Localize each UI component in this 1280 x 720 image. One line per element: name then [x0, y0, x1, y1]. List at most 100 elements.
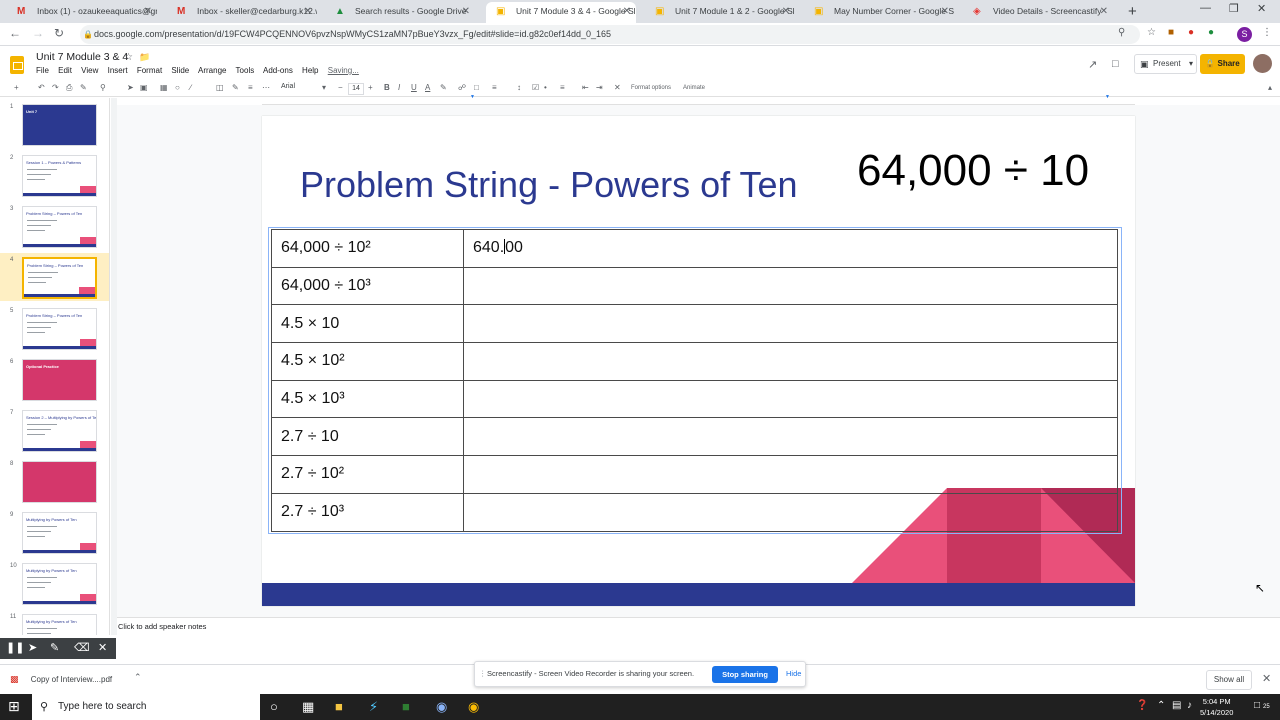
minimize-button[interactable]: — [1200, 2, 1211, 14]
taskbar-search[interactable]: ⚲ Type here to search [32, 694, 260, 720]
network-icon[interactable]: ▤ [1172, 700, 1181, 711]
answer-cell[interactable] [463, 379, 1118, 419]
slide-thumbnail-row[interactable]: 9 Multiplying by Powers of Ten [0, 508, 109, 556]
slide-thumbnail[interactable]: Session 1 – Powers & Patterns [22, 155, 97, 197]
answer-cell[interactable]: 640.00 [463, 229, 1118, 268]
print-icon[interactable]: ⎙ [66, 83, 72, 93]
answer-cell[interactable] [463, 417, 1118, 457]
problem-cell[interactable]: 64,000 ÷ 10² [271, 229, 464, 268]
menu-file[interactable]: File [36, 66, 49, 75]
slide-thumbnail-row[interactable]: 8 [0, 457, 109, 505]
slide-thumbnail-row[interactable]: 1 Unit 7 [0, 100, 109, 148]
slide-thumbnail[interactable]: Unit 7 [22, 104, 97, 146]
forward-icon[interactable]: → [32, 26, 44, 40]
italic-icon[interactable]: I [398, 83, 400, 92]
comment-icon[interactable]: □ [474, 83, 479, 92]
slide-thumbnail-row[interactable]: 2 Session 1 – Powers & Patterns [0, 151, 109, 199]
answer-cell[interactable] [463, 342, 1118, 381]
cursor-icon[interactable]: ➤ [28, 641, 37, 654]
notification-icon[interactable]: □ [1254, 700, 1260, 711]
font-size-field[interactable]: 14 [348, 83, 364, 95]
url-field[interactable]: 🔒 docs.google.com/presentation/d/19FCW4P… [80, 25, 1140, 44]
extension-icon[interactable]: ● [1188, 27, 1194, 38]
image-icon[interactable]: ▦ [160, 83, 168, 92]
app-icon[interactable]: ⚡ [369, 699, 378, 715]
tab-close-icon[interactable]: ✕ [782, 2, 790, 21]
underline-icon[interactable]: U [411, 83, 417, 92]
line-spacing-icon[interactable]: ↕ [517, 83, 521, 92]
slide-thumbnail-row[interactable]: 10 Multiplying by Powers of Ten [0, 559, 109, 607]
comments-icon[interactable]: □ [1112, 58, 1119, 70]
horizontal-ruler[interactable]: ▼ ▼ [262, 94, 1135, 105]
text-box-icon[interactable]: ▣ [140, 83, 148, 92]
file-explorer-icon[interactable]: ■ [335, 699, 343, 714]
border-weight-icon[interactable]: ≡ [248, 83, 253, 92]
drag-handle-icon[interactable]: ⋮ [479, 662, 487, 686]
profile-avatar[interactable]: S [1237, 27, 1252, 42]
slide-thumbnail[interactable]: Problem String – Powers of Ten [22, 308, 97, 350]
menu-edit[interactable]: Edit [58, 66, 72, 75]
slide-thumbnail[interactable]: Multiplying by Powers of Ten [22, 563, 97, 605]
present-button[interactable]: ▣ Present ▾ [1134, 54, 1197, 74]
menu-slide[interactable]: Slide [171, 66, 189, 75]
publisher-icon[interactable]: ■ [402, 699, 410, 714]
slide-thumbnail-row[interactable]: 6 Optional Practice [0, 355, 109, 403]
share-button[interactable]: 🔒 Share [1200, 54, 1245, 74]
problem-cell[interactable]: 2.7 ÷ 10³ [271, 492, 464, 532]
border-dash-icon[interactable]: ⋯ [262, 83, 270, 92]
increase-indent-icon[interactable]: ⇥ [596, 83, 603, 92]
reload-icon[interactable]: ↻ [54, 26, 64, 40]
clear-formatting-icon[interactable]: ✕ [614, 83, 621, 92]
problem-cell[interactable]: 2.7 ÷ 10² [271, 455, 464, 494]
problem-cell[interactable]: 4.5 × 10 [271, 304, 464, 344]
slide[interactable]: Problem String - Powers of Ten 64,000 ÷ … [262, 116, 1135, 606]
chrome-icon[interactable]: ◉ [468, 699, 479, 715]
tab-close-icon[interactable]: ✕ [623, 2, 631, 21]
shape-icon[interactable]: ○ [175, 83, 180, 92]
hide-button[interactable]: Hide [786, 662, 801, 686]
select-icon[interactable]: ➤ [127, 83, 134, 92]
bookmark-star-icon[interactable]: ☆ [1147, 27, 1156, 38]
slide-thumbnail-row[interactable]: 11 Multiplying by Powers of Ten [0, 610, 109, 635]
tab-close-icon[interactable]: ✕ [941, 2, 949, 21]
tab-close-icon[interactable]: ✕ [1100, 2, 1108, 21]
close-icon[interactable]: ✕ [1262, 672, 1271, 685]
text-color-icon[interactable]: A [425, 83, 430, 92]
star-icon[interactable]: ☆ [124, 52, 133, 63]
animate-button[interactable]: Animate [683, 85, 705, 91]
tab-close-icon[interactable]: ✕ [462, 2, 470, 21]
menu-addons[interactable]: Add-ons [263, 66, 293, 75]
extension-icon[interactable]: ■ [1168, 27, 1174, 38]
ruler-indent-marker[interactable]: ▼ [470, 94, 475, 100]
paint-format-icon[interactable]: ✎ [80, 83, 87, 92]
slide-thumbnail[interactable]: Optional Practice [22, 359, 97, 401]
problem-cell[interactable]: 2.7 ÷ 10 [271, 417, 464, 457]
problem-table[interactable]: 64,000 ÷ 10² 640.00 64,000 ÷ 10³ 4.5 × 10 4.… [271, 229, 1118, 532]
slides-logo-icon[interactable] [10, 56, 24, 74]
menu-tools[interactable]: Tools [236, 66, 255, 75]
eraser-icon[interactable]: ⌫ [74, 641, 90, 654]
browser-tab[interactable]: M Inbox - skeller@cedarburg.k12.w ✕ [167, 2, 317, 23]
chrome-icon[interactable]: ◉ [436, 699, 447, 715]
slide-thumbnail[interactable]: Session 2 – Multiplying by Powers of Ten [22, 410, 97, 452]
problem-cell[interactable]: 4.5 × 10³ [271, 379, 464, 419]
chevron-down-icon[interactable]: ▾ [1189, 55, 1193, 73]
checklist-icon[interactable]: ☑ [532, 83, 539, 92]
decrease-indent-icon[interactable]: ⇤ [582, 83, 589, 92]
pen-icon[interactable]: ✎ [50, 641, 59, 654]
back-icon[interactable]: ← [9, 26, 21, 40]
menu-insert[interactable]: Insert [108, 66, 128, 75]
increase-size-icon[interactable]: + [368, 83, 373, 92]
menu-arrange[interactable]: Arrange [198, 66, 226, 75]
windows-start-icon[interactable]: ⊞ [8, 698, 20, 715]
restore-button[interactable]: ❐ [1229, 2, 1239, 15]
slide-thumbnail[interactable]: Problem String – Powers of Ten [22, 206, 97, 248]
volume-icon[interactable]: ♪ [1187, 700, 1192, 711]
menu-format[interactable]: Format [137, 66, 162, 75]
browser-tab[interactable]: ◈ Video Details - Screencastify ✕ [963, 2, 1113, 23]
zoom-icon[interactable]: ⚲ [100, 83, 106, 92]
menu-help[interactable]: Help [302, 66, 318, 75]
format-options-button[interactable]: Format options [631, 85, 671, 91]
menu-view[interactable]: View [81, 66, 98, 75]
slide-thumbnail-row[interactable]: 7 Session 2 – Multiplying by Powers of Te… [0, 406, 109, 454]
